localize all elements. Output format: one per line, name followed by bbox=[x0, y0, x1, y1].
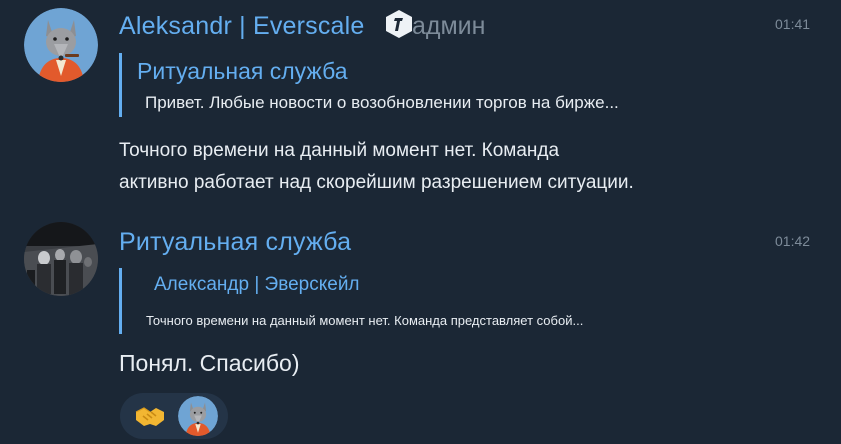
chat-history: Aleksandr | Everscale админ 01:41 Ритуал… bbox=[0, 0, 841, 444]
message-author[interactable]: Ритуальная служба bbox=[119, 228, 351, 257]
message-author[interactable]: Aleksandr | Everscale bbox=[119, 12, 365, 41]
message-time: 01:41 bbox=[775, 16, 811, 32]
reaction-chip[interactable] bbox=[120, 393, 228, 439]
message-text: Понял. Спасибо) bbox=[119, 350, 300, 376]
reply-author: Ритуальная служба bbox=[137, 58, 348, 84]
admin-badge-icon bbox=[383, 8, 415, 40]
reply-text: Точного времени на данный момент нет. Ко… bbox=[146, 313, 584, 328]
message-text-line-1: Точного времени на данный момент нет. Ко… bbox=[119, 140, 560, 161]
wolf-avatar-icon bbox=[178, 396, 218, 436]
message-text-line-2: активно работает над скорейшим разрешени… bbox=[119, 172, 634, 193]
reply-preview[interactable]: Ритуальная служба Привет. Любые новости … bbox=[119, 53, 722, 117]
message-time: 01:42 bbox=[775, 233, 811, 249]
handshake-icon bbox=[134, 402, 166, 430]
author-role: админ bbox=[412, 12, 486, 40]
reply-text: Привет. Любые новости о возобновлении то… bbox=[145, 93, 619, 112]
crowd-photo-avatar-icon[interactable] bbox=[24, 222, 98, 296]
reply-preview[interactable]: Александр | Эверскейл Точного времени на… bbox=[119, 268, 722, 334]
wolf-avatar-icon[interactable] bbox=[24, 8, 98, 82]
reply-author: Александр | Эверскейл bbox=[154, 274, 360, 295]
